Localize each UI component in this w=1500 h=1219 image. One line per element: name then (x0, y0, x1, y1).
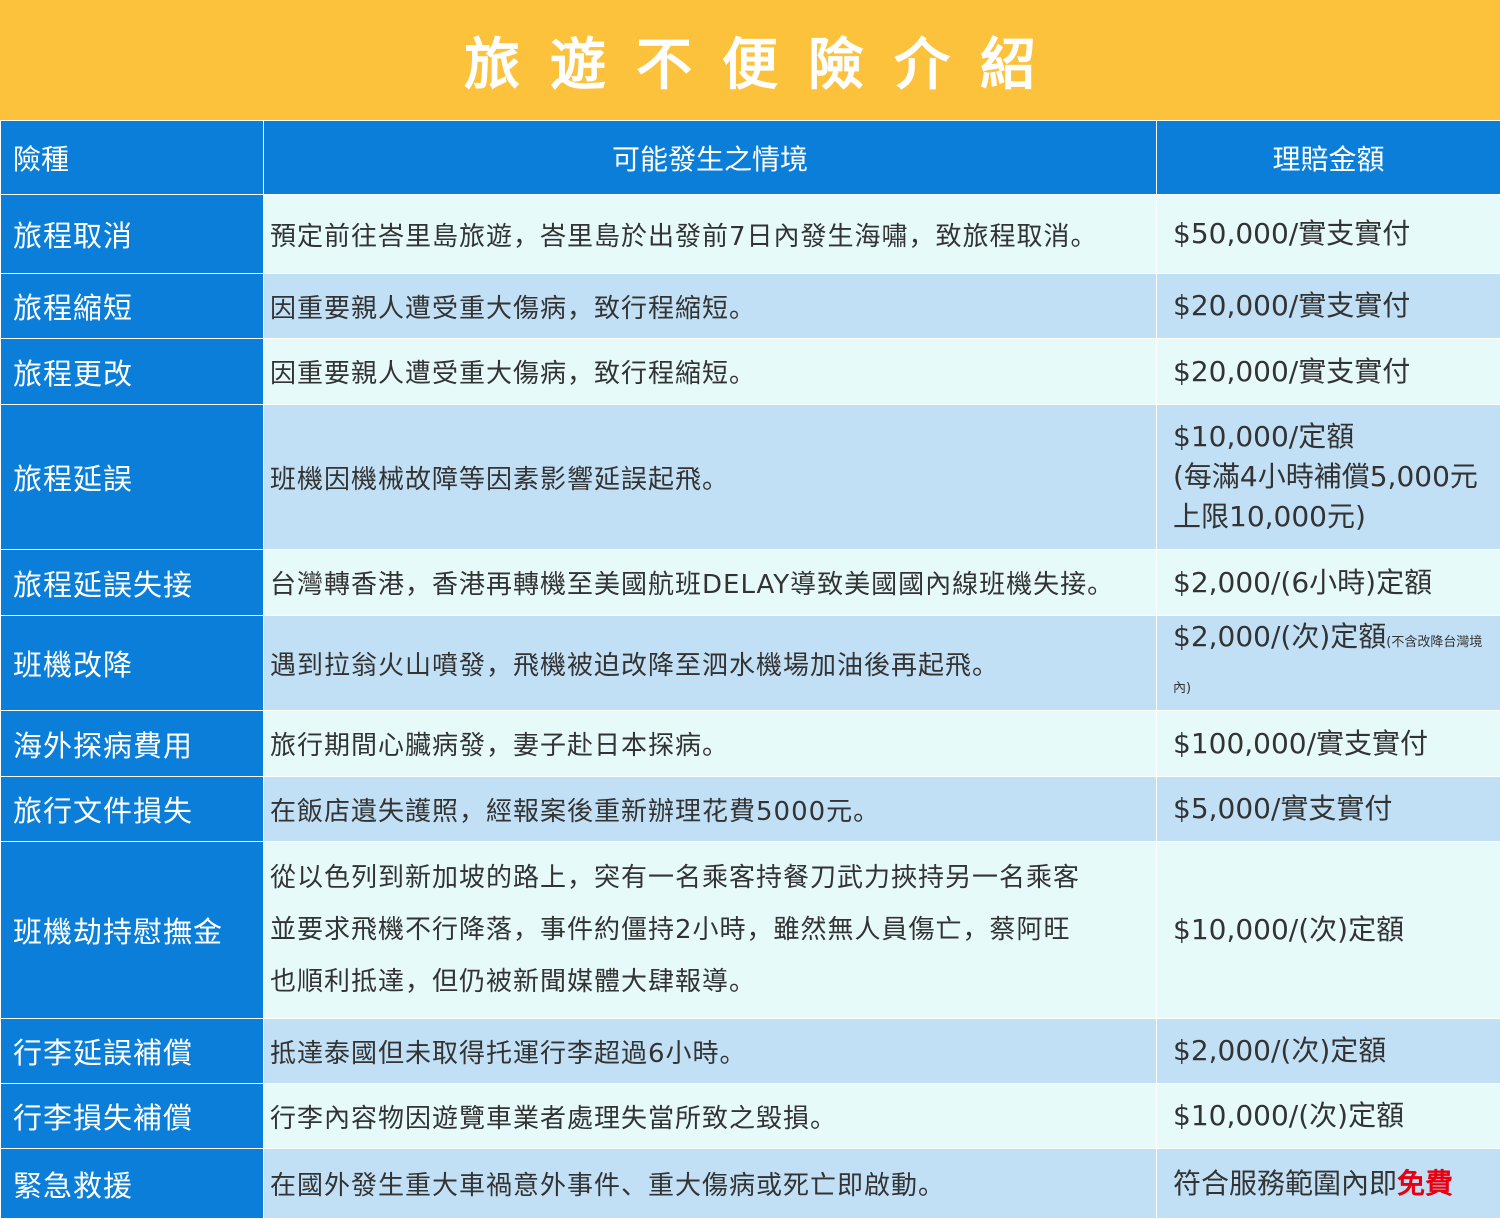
scenario-line: 也順利抵達，但仍被新聞媒體大肆報導。 (270, 956, 1155, 1008)
claim-amount-line: (每滿4小時補償5,000元 (1173, 457, 1499, 497)
claim-amount-line: $10,000/定額 (1173, 417, 1499, 457)
table-header-row: 險種 可能發生之情境 理賠金額 (1, 121, 1500, 195)
scenario: 旅行期間心臟病發，妻子赴日本探病。 (264, 711, 1157, 777)
table-row: 旅行文件損失 在飯店遺失護照，經報案後重新辦理花費5000元。 $5,000/實… (1, 777, 1500, 842)
header-claim-amount: 理賠金額 (1157, 121, 1500, 195)
scenario: 因重要親人遭受重大傷病，致行程縮短。 (264, 339, 1157, 405)
claim-amount: $5,000/實支實付 (1157, 777, 1500, 842)
table-row: 班機改降 遇到拉翁火山噴發，飛機被迫改降至泗水機場加油後再起飛。 $2,000/… (1, 616, 1500, 711)
claim-amount: $10,000/定額 (每滿4小時補償5,000元 上限10,000元) (1157, 405, 1500, 550)
insurance-type: 旅程延誤失接 (1, 550, 264, 616)
table-row: 行李延誤補償 抵達泰國但未取得托運行李超過6小時。 $2,000/(次)定額 (1, 1019, 1500, 1084)
claim-amount-line: 上限10,000元) (1173, 497, 1499, 537)
insurance-type: 旅程縮短 (1, 274, 264, 339)
table-row: 行李損失補償 行李內容物因遊覽車業者處理失當所致之毀損。 $10,000/(次)… (1, 1084, 1500, 1149)
claim-amount: $2,000/(次)定額(不含改降台灣境內) (1157, 616, 1500, 711)
scenario: 班機因機械故障等因素影響延誤起飛。 (264, 405, 1157, 550)
scenario-line: 從以色列到新加坡的路上，突有一名乘客持餐刀武力挾持另一名乘客 (270, 852, 1155, 904)
table-row: 旅程延誤 班機因機械故障等因素影響延誤起飛。 $10,000/定額 (每滿4小時… (1, 405, 1500, 550)
insurance-type: 緊急救援 (1, 1149, 264, 1219)
claim-amount-main: 符合服務範圍內即 (1173, 1167, 1397, 1200)
table-row: 海外探病費用 旅行期間心臟病發，妻子赴日本探病。 $100,000/實支實付 (1, 711, 1500, 777)
claim-amount: $20,000/實支實付 (1157, 274, 1500, 339)
claim-amount: $10,000/(次)定額 (1157, 842, 1500, 1019)
claim-amount: $2,000/(6小時)定額 (1157, 550, 1500, 616)
scenario: 行李內容物因遊覽車業者處理失當所致之毀損。 (264, 1084, 1157, 1149)
claim-amount-main: $2,000/(次)定額 (1173, 620, 1386, 653)
scenario: 預定前往峇里島旅遊，峇里島於出發前7日內發生海嘯，致旅程取消。 (264, 195, 1157, 274)
insurance-type: 行李延誤補償 (1, 1019, 264, 1084)
table-row: 班機劫持慰撫金 從以色列到新加坡的路上，突有一名乘客持餐刀武力挾持另一名乘客 並… (1, 842, 1500, 1019)
insurance-type: 旅行文件損失 (1, 777, 264, 842)
insurance-table: 險種 可能發生之情境 理賠金額 旅程取消 預定前往峇里島旅遊，峇里島於出發前7日… (0, 120, 1500, 1219)
claim-amount: 符合服務範圍內即免費 (1157, 1149, 1500, 1219)
scenario: 因重要親人遭受重大傷病，致行程縮短。 (264, 274, 1157, 339)
table-row: 旅程更改 因重要親人遭受重大傷病，致行程縮短。 $20,000/實支實付 (1, 339, 1500, 405)
header-insurance-type: 險種 (1, 121, 264, 195)
insurance-type: 旅程更改 (1, 339, 264, 405)
scenario: 遇到拉翁火山噴發，飛機被迫改降至泗水機場加油後再起飛。 (264, 616, 1157, 711)
scenario: 台灣轉香港，香港再轉機至美國航班DELAY導致美國國內線班機失接。 (264, 550, 1157, 616)
claim-amount: $50,000/實支實付 (1157, 195, 1500, 274)
insurance-type: 旅程取消 (1, 195, 264, 274)
claim-amount: $10,000/(次)定額 (1157, 1084, 1500, 1149)
insurance-type: 班機改降 (1, 616, 264, 711)
free-highlight: 免費 (1397, 1167, 1453, 1200)
table-row: 旅程取消 預定前往峇里島旅遊，峇里島於出發前7日內發生海嘯，致旅程取消。 $50… (1, 195, 1500, 274)
claim-amount: $2,000/(次)定額 (1157, 1019, 1500, 1084)
table-row: 緊急救援 在國外發生重大車禍意外事件、重大傷病或死亡即啟動。 符合服務範圍內即免… (1, 1149, 1500, 1219)
scenario: 從以色列到新加坡的路上，突有一名乘客持餐刀武力挾持另一名乘客 並要求飛機不行降落… (264, 842, 1157, 1019)
claim-amount: $20,000/實支實付 (1157, 339, 1500, 405)
scenario: 抵達泰國但未取得托運行李超過6小時。 (264, 1019, 1157, 1084)
claim-amount: $100,000/實支實付 (1157, 711, 1500, 777)
scenario: 在國外發生重大車禍意外事件、重大傷病或死亡即啟動。 (264, 1149, 1157, 1219)
scenario-line: 並要求飛機不行降落，事件約僵持2小時，雖然無人員傷亡，蔡阿旺 (270, 904, 1155, 956)
table-row: 旅程延誤失接 台灣轉香港，香港再轉機至美國航班DELAY導致美國國內線班機失接。… (1, 550, 1500, 616)
scenario: 在飯店遺失護照，經報案後重新辦理花費5000元。 (264, 777, 1157, 842)
insurance-type: 海外探病費用 (1, 711, 264, 777)
insurance-type: 旅程延誤 (1, 405, 264, 550)
table-row: 旅程縮短 因重要親人遭受重大傷病，致行程縮短。 $20,000/實支實付 (1, 274, 1500, 339)
page-title: 旅遊不便險介紹 (464, 20, 1066, 101)
insurance-type: 行李損失補償 (1, 1084, 264, 1149)
title-banner: 旅遊不便險介紹 (0, 0, 1500, 120)
insurance-type: 班機劫持慰撫金 (1, 842, 264, 1019)
header-scenario: 可能發生之情境 (264, 121, 1157, 195)
